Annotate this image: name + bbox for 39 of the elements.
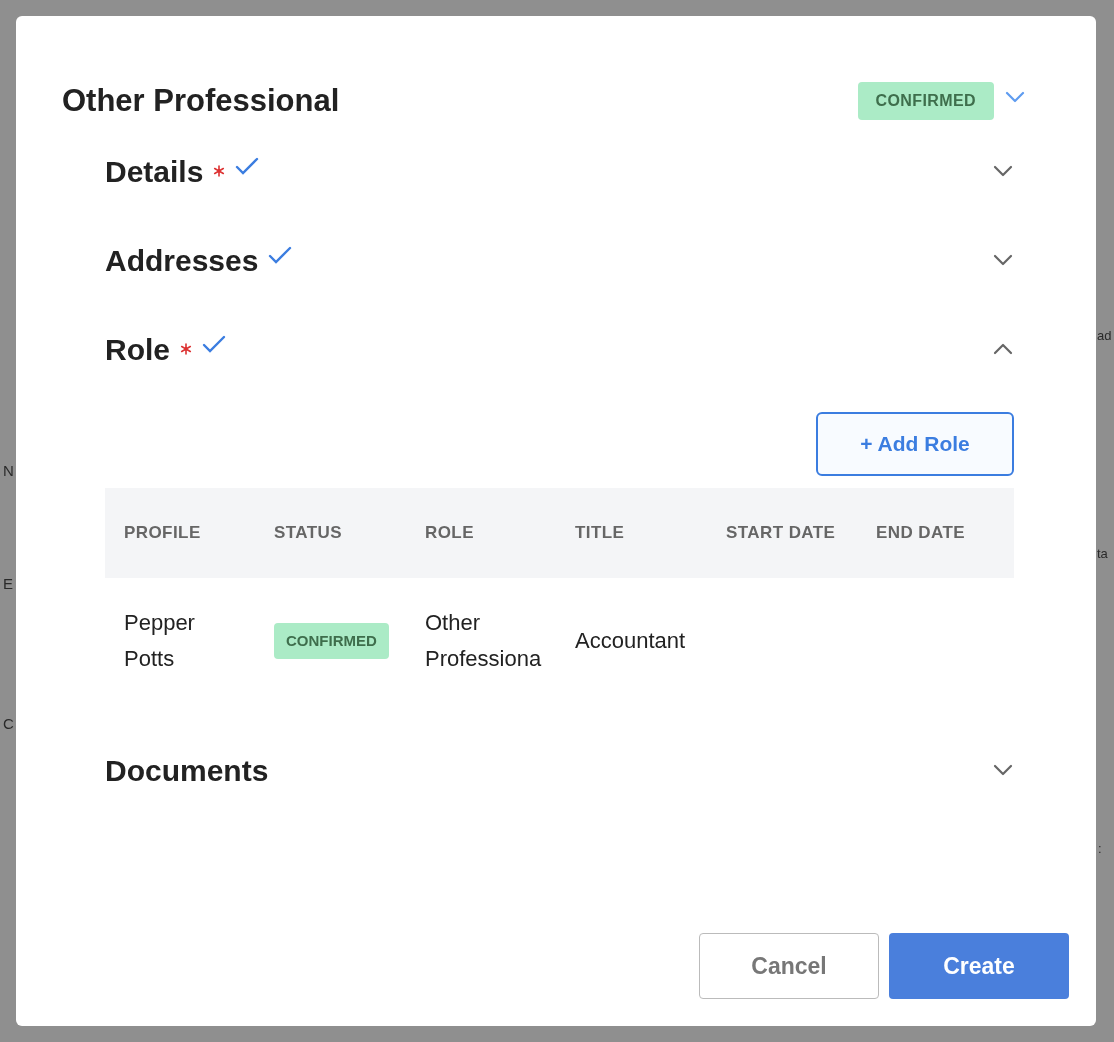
chevron-down-icon[interactable] (1004, 90, 1026, 105)
chevron-down-icon[interactable] (992, 763, 1014, 777)
table-cell-text: Accountant (574, 626, 687, 655)
modal-title: Other Professional (62, 82, 341, 120)
chevron-down-icon[interactable] (992, 164, 1014, 178)
column-header: TITLE (574, 521, 626, 544)
add-role-button[interactable]: + Add Role (816, 411, 1014, 476)
section-title: Addresses (105, 242, 259, 279)
section-header[interactable]: Addresses (105, 237, 1014, 283)
table-cell-text: Other Professiona (424, 608, 543, 673)
section-title: Details (105, 153, 204, 190)
check-icon (268, 245, 293, 265)
check-icon (202, 334, 226, 354)
chevron-up-icon[interactable] (992, 342, 1014, 356)
background-text: : (1097, 840, 1103, 858)
background-text: N (2, 461, 15, 481)
create-button[interactable]: Create (889, 933, 1069, 999)
section-title: Role (105, 331, 170, 368)
column-header: ROLE (424, 521, 475, 544)
column-header: PROFILE (123, 521, 202, 544)
cancel-button[interactable]: Cancel (699, 933, 879, 999)
background-text: E (2, 573, 14, 594)
status-badge: CONFIRMED (274, 622, 389, 659)
required-asterisk-icon (180, 343, 192, 355)
background-text: ta (1096, 544, 1109, 563)
column-header: STATUS (273, 521, 344, 544)
background-text: C (2, 714, 15, 734)
status-badge: CONFIRMED (857, 82, 994, 121)
section-header[interactable]: Details (105, 148, 1014, 194)
chevron-down-icon[interactable] (992, 253, 1014, 267)
section-title: Documents (105, 752, 269, 789)
table-cell-text: Pepper Potts (123, 608, 196, 673)
section-header[interactable]: Role (105, 326, 1014, 372)
check-icon (235, 156, 260, 176)
required-asterisk-icon (213, 165, 226, 177)
background-text: ad (1096, 327, 1113, 345)
section-header[interactable]: Documents (105, 747, 1014, 793)
column-header: END DATE (875, 521, 967, 544)
column-header: START DATE (725, 521, 837, 544)
